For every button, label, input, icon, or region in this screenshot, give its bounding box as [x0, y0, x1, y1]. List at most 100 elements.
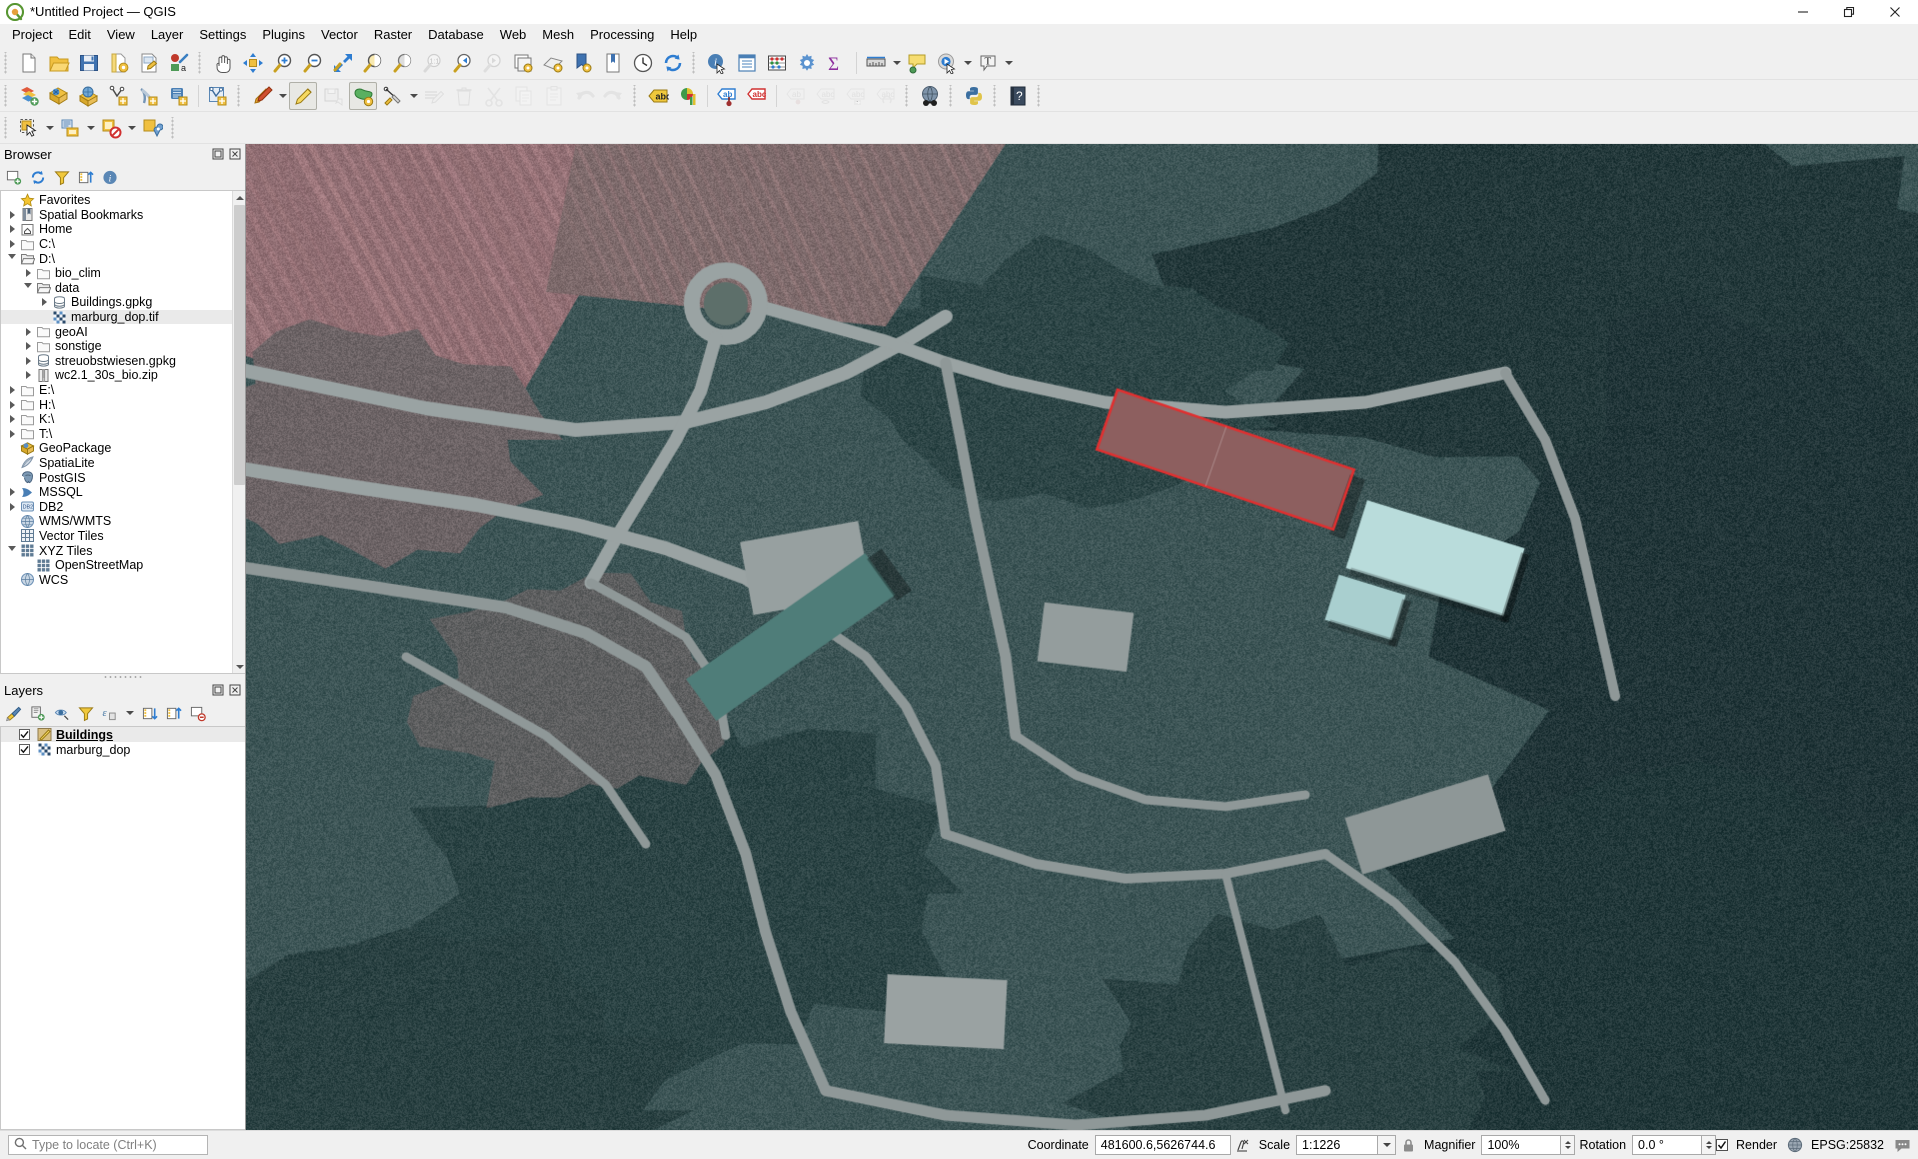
delete-selected-button[interactable]	[450, 82, 478, 110]
select-by-expression-caret-icon[interactable]	[85, 114, 96, 142]
deselect-features-button[interactable]	[97, 114, 125, 142]
select-features-caret-icon[interactable]	[44, 114, 55, 142]
browser-tree-item[interactable]: D:\	[1, 251, 232, 266]
toolbar-grip-end[interactable]	[1036, 84, 1044, 107]
browser-tree-item[interactable]: GeoPackage	[1, 441, 232, 456]
browser-tree[interactable]: Favorites Spatial Bookmarks Home C:\ D:\ bio_…	[1, 191, 232, 673]
browser-tree-item[interactable]: streuobstwiesen.gpkg	[1, 354, 232, 369]
open-attribute-table-button[interactable]	[733, 49, 761, 77]
tree-twisty-expanded-icon[interactable]	[21, 283, 35, 292]
add-delimited-text-layer-button[interactable]	[135, 82, 163, 110]
toolbar-grip-digitizing[interactable]	[236, 84, 244, 107]
current-edits-button[interactable]	[248, 82, 276, 110]
toolbar-grip-label[interactable]	[632, 84, 640, 107]
properties-widget-icon[interactable]: i	[101, 168, 119, 186]
pin-labels-button[interactable]: ab	[782, 82, 810, 110]
browser-float-icon[interactable]	[211, 147, 225, 161]
tree-twisty-collapsed-icon[interactable]	[21, 371, 35, 380]
cut-features-button[interactable]	[480, 82, 508, 110]
text-annotation-button[interactable]: T	[974, 49, 1002, 77]
save-layer-edits-button[interactable]	[319, 82, 347, 110]
browser-tree-item[interactable]: data	[1, 281, 232, 296]
messages-icon[interactable]	[1893, 1136, 1911, 1154]
refresh-browser-icon[interactable]	[29, 168, 47, 186]
toolbar-grip-attributes[interactable]	[691, 51, 699, 74]
layer-diagram-options-button[interactable]	[674, 82, 702, 110]
browser-tree-item[interactable]: XYZ Tiles	[1, 543, 232, 558]
measure-caret-icon[interactable]	[891, 49, 902, 77]
browser-tree-item[interactable]: OpenStreetMap	[1, 558, 232, 573]
maximize-button[interactable]	[1826, 0, 1872, 24]
browser-tree-item[interactable]: SpatiaLite	[1, 456, 232, 471]
zoom-next-button[interactable]	[479, 49, 507, 77]
menu-layer[interactable]: Layer	[143, 25, 192, 45]
browser-tree-item[interactable]: MSSQL	[1, 485, 232, 500]
add-raster-layer-button[interactable]	[75, 82, 103, 110]
show-hide-labels-button[interactable]: abc	[812, 82, 840, 110]
refresh-button[interactable]	[659, 49, 687, 77]
browser-tree-item[interactable]: geoAI	[1, 324, 232, 339]
vertex-tool-button[interactable]	[379, 82, 407, 110]
save-project-button[interactable]	[75, 49, 103, 77]
tree-twisty-collapsed-icon[interactable]	[21, 356, 35, 365]
add-postgis-layer-button[interactable]	[165, 82, 193, 110]
browser-tree-item[interactable]: bio_clim	[1, 266, 232, 281]
close-button[interactable]	[1872, 0, 1918, 24]
processing-toolbox-button[interactable]	[793, 49, 821, 77]
scale-dropdown-icon[interactable]	[1378, 1135, 1397, 1155]
zoom-out-button[interactable]	[299, 49, 327, 77]
new-3d-map-view-button[interactable]	[539, 49, 567, 77]
lock-scale-icon[interactable]	[1399, 1136, 1417, 1154]
collapse-all-icon[interactable]	[77, 168, 95, 186]
browser-tree-item[interactable]: Spatial Bookmarks	[1, 208, 232, 223]
add-selected-layers-icon[interactable]	[5, 168, 23, 186]
scroll-up-icon[interactable]	[233, 191, 245, 204]
pan-to-selection-button[interactable]	[239, 49, 267, 77]
layer-labeling-options-button[interactable]: abc	[644, 82, 672, 110]
help-button[interactable]: ?	[1004, 82, 1032, 110]
layers-list[interactable]: Buildings marburg_dop	[1, 727, 245, 757]
identify-features-button[interactable]: i	[703, 49, 731, 77]
crs-label[interactable]: EPSG:25832	[1811, 1138, 1884, 1152]
add-group-icon[interactable]	[29, 704, 47, 722]
menu-view[interactable]: View	[99, 25, 143, 45]
toggle-display-labels-button[interactable]: abc	[743, 82, 771, 110]
menu-database[interactable]: Database	[420, 25, 492, 45]
menu-help[interactable]: Help	[662, 25, 705, 45]
globe-icon[interactable]	[1786, 1136, 1804, 1154]
layers-close-icon[interactable]	[228, 683, 242, 697]
style-manager-button[interactable]: a	[165, 49, 193, 77]
vertex-tool-caret-icon[interactable]	[408, 82, 419, 110]
toggle-extents-icon[interactable]	[1234, 1136, 1252, 1154]
expression-filter-icon[interactable]: ε	[101, 704, 119, 722]
tree-twisty-collapsed-icon[interactable]	[5, 225, 19, 234]
layer-list-item[interactable]: Buildings	[1, 727, 245, 742]
menu-raster[interactable]: Raster	[366, 25, 420, 45]
tree-twisty-collapsed-icon[interactable]	[5, 210, 19, 219]
field-calculator-button[interactable]	[763, 49, 791, 77]
browser-tree-item[interactable]: H:\	[1, 397, 232, 412]
add-vector-layer-button[interactable]	[45, 82, 73, 110]
filter-browser-icon[interactable]	[53, 168, 71, 186]
filter-legend-icon[interactable]	[77, 704, 95, 722]
show-bookmarks-button[interactable]	[569, 49, 597, 77]
remove-layer-icon[interactable]	[189, 704, 207, 722]
expand-all-icon[interactable]	[141, 704, 159, 722]
manage-map-themes-icon[interactable]	[53, 704, 71, 722]
toolbar-grip-plugins[interactable]	[904, 84, 912, 107]
collapse-all-layers-icon[interactable]	[165, 704, 183, 722]
menu-vector[interactable]: Vector	[313, 25, 366, 45]
browser-tree-item[interactable]: sonstige	[1, 339, 232, 354]
tree-twisty-collapsed-icon[interactable]	[5, 502, 19, 511]
toolbar-grip-help[interactable]	[992, 84, 1000, 107]
toolbar-grip-datasource[interactable]	[3, 84, 11, 107]
tree-twisty-expanded-icon[interactable]	[5, 546, 19, 555]
map-raster-render[interactable]	[246, 144, 1918, 1130]
statistical-summary-button[interactable]: Σ	[823, 49, 851, 77]
browser-tree-item[interactable]: WMS/WMTS	[1, 514, 232, 529]
zoom-to-selection-button[interactable]	[359, 49, 387, 77]
browser-tree-item[interactable]: Favorites	[1, 193, 232, 208]
new-print-layout-button[interactable]	[135, 49, 163, 77]
tree-twisty-collapsed-icon[interactable]	[5, 386, 19, 395]
add-polygon-feature-button[interactable]	[349, 81, 377, 110]
